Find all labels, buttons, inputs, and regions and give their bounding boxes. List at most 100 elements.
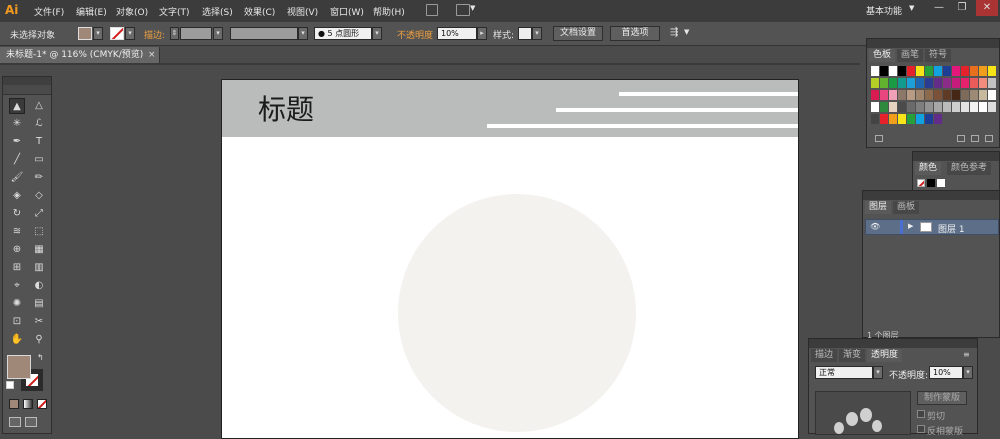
panel-header[interactable] xyxy=(809,339,977,348)
opacity-dropdown[interactable]: ▾ xyxy=(963,366,973,379)
color-swatch[interactable] xyxy=(898,102,906,112)
color-swatch[interactable] xyxy=(925,114,933,124)
expand-arrow-icon[interactable]: ▶ xyxy=(908,222,913,230)
color-swatch[interactable] xyxy=(979,66,987,76)
profile-dropdown[interactable]: ▾ xyxy=(298,27,308,40)
color-swatch[interactable] xyxy=(961,90,969,100)
color-swatch[interactable] xyxy=(934,102,942,112)
rectangle-tool-icon[interactable]: ▭ xyxy=(31,152,47,168)
tab-stroke[interactable]: 描边 xyxy=(811,349,838,362)
fill-color-swatch[interactable] xyxy=(78,27,92,40)
screen-mode-icon[interactable] xyxy=(9,417,21,427)
color-swatch[interactable] xyxy=(889,102,897,112)
blend-mode-dropdown[interactable]: ▾ xyxy=(873,366,883,379)
draw-mode-icon[interactable] xyxy=(25,417,37,427)
menu-select[interactable]: 选择(S) xyxy=(202,5,233,18)
color-swatch[interactable] xyxy=(952,102,960,112)
menu-help[interactable]: 帮助(H) xyxy=(373,5,405,18)
bridge-icon[interactable] xyxy=(426,4,438,16)
menu-file[interactable]: 文件(F) xyxy=(34,5,64,18)
tab-artboards[interactable]: 画板 xyxy=(893,201,920,214)
blend-mode-select[interactable]: 正常 xyxy=(815,366,873,379)
color-swatch[interactable] xyxy=(988,66,996,76)
type-tool-icon[interactable]: T xyxy=(31,134,47,150)
document-tab[interactable]: 未标题-1* @ 116% (CMYK/预览) xyxy=(0,47,160,63)
color-swatch[interactable] xyxy=(979,102,987,112)
swatch-libraries-icon[interactable] xyxy=(875,135,883,142)
tab-swatches[interactable]: 色板 xyxy=(869,49,896,62)
restore-button[interactable]: ❐ xyxy=(951,0,973,16)
blob-brush-tool-icon[interactable]: ◈ xyxy=(9,188,25,204)
color-swatch[interactable] xyxy=(907,102,915,112)
color-swatch[interactable] xyxy=(880,66,888,76)
color-swatch[interactable] xyxy=(871,102,879,112)
color-swatch[interactable] xyxy=(871,114,879,124)
color-swatch[interactable] xyxy=(889,114,897,124)
lasso-tool-icon[interactable]: ℒ xyxy=(31,116,47,132)
color-swatch[interactable] xyxy=(916,102,924,112)
color-swatch[interactable] xyxy=(934,78,942,88)
opacity-label[interactable]: 不透明度 xyxy=(397,28,433,41)
menu-window[interactable]: 窗口(W) xyxy=(330,5,364,18)
stroke-weight-field[interactable] xyxy=(180,27,212,40)
color-swatch[interactable] xyxy=(988,90,996,100)
color-swatch[interactable] xyxy=(898,66,906,76)
fill-dropdown[interactable]: ▾ xyxy=(93,27,103,40)
color-swatch[interactable] xyxy=(916,90,924,100)
color-swatch[interactable] xyxy=(943,78,951,88)
color-swatch[interactable] xyxy=(943,90,951,100)
clip-checkbox[interactable] xyxy=(917,410,925,418)
menu-object[interactable]: 对象(O) xyxy=(116,5,148,18)
graphic-style-swatch[interactable] xyxy=(518,27,532,40)
paintbrush-tool-icon[interactable]: 🖌 xyxy=(9,170,25,186)
swap-fill-stroke-icon[interactable]: ↰ xyxy=(37,353,44,362)
panel-header[interactable] xyxy=(863,191,999,200)
color-swatch[interactable] xyxy=(970,102,978,112)
eye-visibility-icon[interactable]: 👁 xyxy=(870,222,880,231)
stroke-label[interactable]: 描边: xyxy=(144,28,165,41)
scale-tool-icon[interactable]: ⤢ xyxy=(31,206,47,222)
color-swatch[interactable] xyxy=(907,114,915,124)
menu-edit[interactable]: 编辑(E) xyxy=(76,5,107,18)
color-swatch[interactable] xyxy=(898,114,906,124)
preferences-button[interactable]: 首选项 xyxy=(610,26,660,41)
color-swatch[interactable] xyxy=(889,90,897,100)
tab-brushes[interactable]: 画笔 xyxy=(897,49,924,62)
graph-tool-icon[interactable]: ▤ xyxy=(31,296,47,312)
tab-transparency[interactable]: 透明度 xyxy=(867,349,903,362)
tab-gradient[interactable]: 渐变 xyxy=(839,349,866,362)
color-swatch[interactable] xyxy=(889,78,897,88)
opacity-field[interactable]: 10% xyxy=(437,27,477,40)
color-swatch[interactable] xyxy=(889,66,897,76)
color-swatch[interactable] xyxy=(871,90,879,100)
color-swatch[interactable] xyxy=(952,90,960,100)
opacity-dropdown[interactable]: ▸ xyxy=(477,27,487,40)
menu-type[interactable]: 文字(T) xyxy=(159,5,190,18)
color-swatch[interactable] xyxy=(979,78,987,88)
selection-tool-icon[interactable]: ▲ xyxy=(9,98,25,114)
color-swatch[interactable] xyxy=(943,102,951,112)
arrange-icon[interactable]: ⇶ xyxy=(670,27,678,38)
symbol-sprayer-tool-icon[interactable]: ✺ xyxy=(9,296,25,312)
color-swatch[interactable] xyxy=(961,66,969,76)
slice-tool-icon[interactable]: ✂ xyxy=(31,314,47,330)
color-swatch[interactable] xyxy=(970,78,978,88)
color-swatch[interactable] xyxy=(961,78,969,88)
zoom-tool-icon[interactable]: ⚲ xyxy=(31,332,47,348)
blend-tool-icon[interactable]: ◐ xyxy=(31,278,47,294)
color-swatch[interactable] xyxy=(925,102,933,112)
color-swatch[interactable] xyxy=(925,66,933,76)
color-swatch[interactable] xyxy=(907,78,915,88)
color-swatch[interactable] xyxy=(916,114,924,124)
gradient-mode-icon[interactable] xyxy=(23,399,33,409)
circle-shape[interactable] xyxy=(398,194,636,432)
close-tab-icon[interactable]: × xyxy=(148,47,156,63)
color-swatch[interactable] xyxy=(952,78,960,88)
opacity-field[interactable]: 10% xyxy=(929,366,963,379)
color-swatch[interactable] xyxy=(916,66,924,76)
none-color-icon[interactable] xyxy=(917,179,925,187)
stroke-weight-stepper[interactable]: ⇕ xyxy=(170,27,179,40)
color-swatch[interactable] xyxy=(880,90,888,100)
close-window-button[interactable]: ✕ xyxy=(976,0,998,16)
rotate-tool-icon[interactable]: ↻ xyxy=(9,206,25,222)
